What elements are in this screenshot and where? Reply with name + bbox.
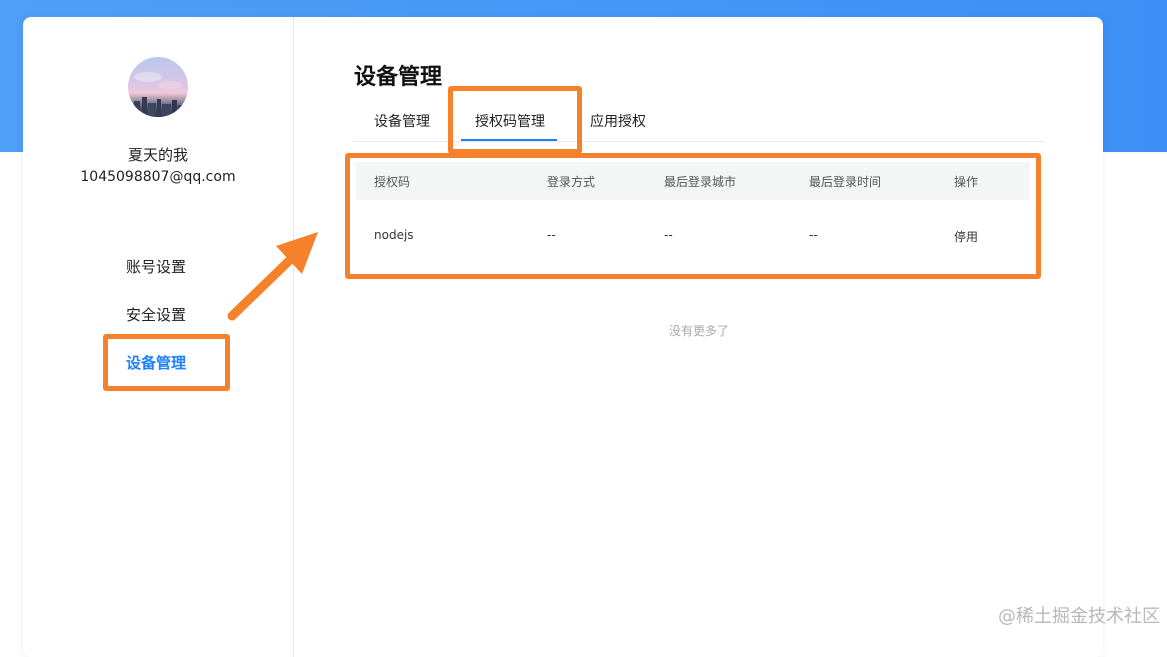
watermark: @稀土掘金技术社区: [998, 602, 1160, 628]
annotation-arrow-icon: [0, 0, 1167, 633]
